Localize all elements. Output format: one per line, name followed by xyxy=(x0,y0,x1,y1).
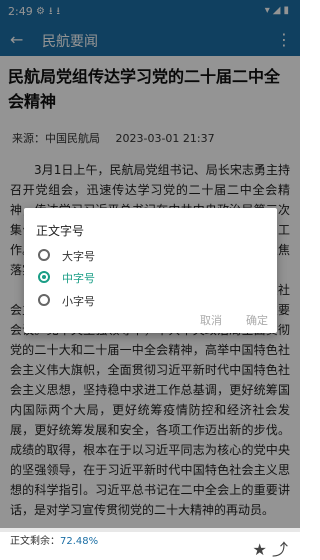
radio-large[interactable] xyxy=(38,249,50,261)
bottom-actions: ★ ⤴ xyxy=(253,536,288,560)
font-size-dialog: 正文字号 大字号 中字号 小字号 取消 确定 xyxy=(24,208,277,333)
progress-value: 72.48% xyxy=(60,536,99,547)
radio-medium[interactable] xyxy=(38,271,50,283)
option-small-label: 小字号 xyxy=(62,295,95,308)
option-large-label: 大字号 xyxy=(62,250,95,263)
progress-label: 正文剩余： xyxy=(10,536,60,547)
star-icon[interactable]: ★ xyxy=(253,540,267,559)
cancel-button[interactable]: 取消 xyxy=(200,312,222,328)
ok-button[interactable]: 确定 xyxy=(246,312,268,328)
share-icon[interactable]: ⤴ xyxy=(272,540,288,559)
reading-progress: 正文剩余：72.48% xyxy=(10,532,98,547)
radio-small[interactable] xyxy=(38,294,50,306)
dialog-title: 正文字号 xyxy=(36,224,85,238)
option-medium-label: 中字号 xyxy=(62,272,95,285)
